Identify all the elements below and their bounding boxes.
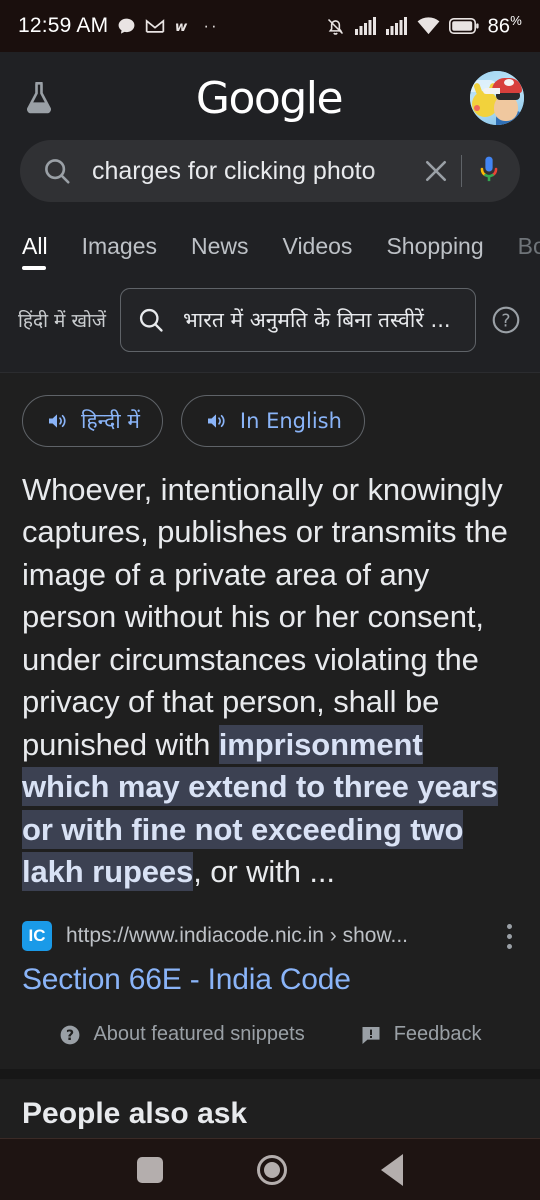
notifications-muted-icon <box>325 16 346 37</box>
pill-label: हिन्दी में <box>81 409 140 433</box>
language-pills: हिन्दी में In English <box>22 395 518 447</box>
about-featured-snippets-label: About featured snippets <box>93 1023 305 1046</box>
hindi-search-label: हिंदी में खोजें <box>18 310 107 332</box>
tab-images[interactable]: Images <box>82 233 157 274</box>
tab-all[interactable]: All <box>22 233 48 274</box>
help-circle-icon[interactable]: ? <box>490 304 522 336</box>
account-avatar[interactable] <box>470 71 524 125</box>
tab-shopping[interactable]: Shopping <box>386 233 483 274</box>
speaker-icon <box>204 409 228 433</box>
source-url: https://www.indiacode.nic.in › show... <box>66 924 408 948</box>
status-bar-left: 12:59 AM w ·· <box>18 14 219 38</box>
status-time: 12:59 AM <box>18 14 109 37</box>
google-logo: Google <box>195 72 344 124</box>
more-dots-icon: ·· <box>203 16 219 35</box>
signal-sim1-icon <box>354 17 377 35</box>
app-header: Google <box>0 52 540 130</box>
tab-news[interactable]: News <box>191 233 249 274</box>
section-divider <box>0 1068 540 1079</box>
hindi-search-query: भारत में अनुमति के बिना तस्वीरें ... <box>183 308 451 332</box>
battery-icon <box>448 18 479 34</box>
snippet-text-before: Whoever, intentionally or knowingly capt… <box>22 472 508 762</box>
phone-screen: 12:59 AM w ·· 86% Google charges for cli… <box>0 0 540 1200</box>
pill-listen-hindi[interactable]: हिन्दी में <box>22 395 163 447</box>
search-icon <box>137 306 165 334</box>
tab-books[interactable]: Bo <box>518 233 540 274</box>
feedback-label: Feedback <box>393 1023 482 1046</box>
site-favicon: IC <box>22 921 52 952</box>
svg-text:?: ? <box>501 312 510 332</box>
tab-videos[interactable]: Videos <box>283 233 353 274</box>
snippet-footer: ? About featured snippets Feedback <box>22 997 518 1069</box>
featured-snippet-card: हिन्दी में In English Whoever, intention… <box>0 373 540 1069</box>
pill-label: In English <box>239 409 342 433</box>
kebab-menu-icon[interactable] <box>501 920 518 953</box>
feedback-icon <box>359 1023 383 1047</box>
chat-bubble-icon <box>117 17 136 36</box>
battery-percent: 86% <box>487 13 522 38</box>
status-bar-right: 86% <box>325 13 522 39</box>
pill-listen-english[interactable]: In English <box>180 395 365 447</box>
about-featured-snippets-link[interactable]: ? About featured snippets <box>58 1023 305 1047</box>
status-bar: 12:59 AM w ·· 86% <box>0 0 540 52</box>
search-labs-button[interactable] <box>16 80 62 116</box>
microphone-icon[interactable] <box>476 155 502 187</box>
gmail-icon <box>145 18 165 34</box>
help-circle-icon: ? <box>58 1023 82 1047</box>
search-tabs: All Images News Videos Shopping Bo <box>0 218 540 274</box>
back-triangle-icon[interactable] <box>381 1153 403 1186</box>
people-also-ask-section: People also ask <box>0 1078 540 1131</box>
hindi-search-input[interactable]: भारत में अनुमति के बिना तस्वीरें ... <box>120 288 476 352</box>
signal-sim2-icon <box>385 17 408 35</box>
search-input[interactable]: charges for clicking photo <box>92 157 421 186</box>
source-title-link[interactable]: Section 66E - India Code <box>22 963 518 997</box>
source-row[interactable]: IC https://www.indiacode.nic.in › show..… <box>22 920 518 953</box>
speaker-icon <box>45 409 69 433</box>
home-circle-icon[interactable] <box>257 1154 287 1185</box>
svg-text:w: w <box>175 20 188 34</box>
w-app-icon: w <box>174 18 194 34</box>
wifi-icon <box>417 17 440 35</box>
search-icon <box>42 156 72 186</box>
snippet-text-after: , or with ... <box>193 854 335 890</box>
search-bar[interactable]: charges for clicking photo <box>20 140 520 202</box>
snippet-text: Whoever, intentionally or knowingly capt… <box>22 469 518 894</box>
clear-search-button[interactable] <box>421 156 451 186</box>
flask-icon <box>22 80 56 116</box>
system-nav-bar <box>0 1138 540 1200</box>
people-also-ask-title: People also ask <box>22 1096 248 1130</box>
search-divider <box>461 155 462 187</box>
recents-square-icon[interactable] <box>137 1156 163 1183</box>
svg-text:?: ? <box>66 1028 74 1044</box>
hindi-search-row: हिंदी में खोजें भारत में अनुमति के बिना … <box>0 274 540 373</box>
search-bar-container: charges for clicking photo <box>0 130 540 218</box>
feedback-link[interactable]: Feedback <box>359 1023 482 1047</box>
